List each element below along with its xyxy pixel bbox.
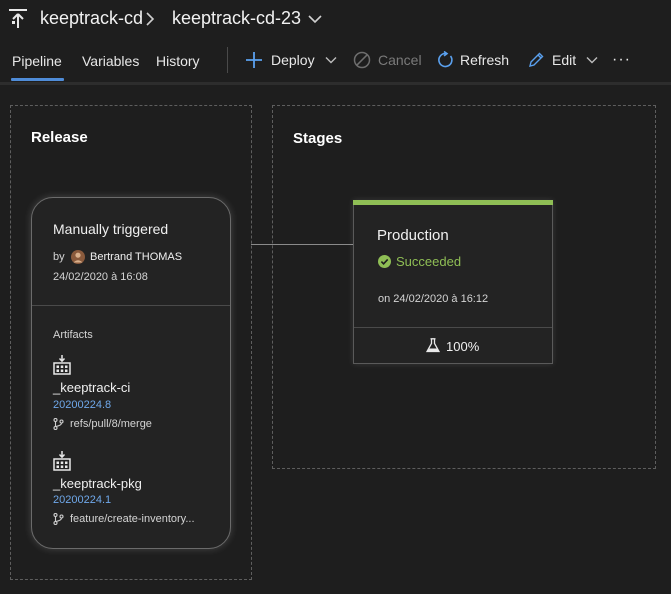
artifact-branch: refs/pull/8/merge: [70, 418, 152, 430]
more-actions-button[interactable]: ···: [612, 50, 631, 70]
artifact-version-link[interactable]: 20200224.8: [53, 399, 111, 411]
chevron-right-icon: [146, 12, 155, 26]
check-circle-icon: [378, 255, 391, 268]
release-pipeline-icon: [9, 9, 27, 28]
chevron-down-icon: [325, 57, 337, 64]
chevron-down-icon: [586, 57, 598, 64]
chevron-down-icon[interactable]: [308, 14, 322, 24]
branch-icon: [53, 513, 64, 525]
artifact-version-link[interactable]: 20200224.1: [53, 494, 111, 506]
refresh-icon: [438, 51, 453, 68]
plus-icon: [246, 52, 262, 68]
flask-icon: [426, 338, 440, 353]
edit-button[interactable]: Edit: [528, 50, 598, 70]
tab-pipeline[interactable]: Pipeline: [12, 53, 62, 69]
tab-variables[interactable]: Variables: [82, 53, 139, 69]
pencil-icon: [529, 52, 544, 67]
release-panel-title: Release: [31, 129, 88, 146]
stage-status: Succeeded: [396, 254, 462, 269]
deploy-label: Deploy: [271, 52, 315, 68]
deploy-button[interactable]: Deploy: [245, 50, 337, 70]
build-artifact-icon: [53, 451, 71, 471]
stages-panel-title: Stages: [293, 130, 343, 147]
release-card-divider: [32, 305, 230, 306]
stage-status-bar: [353, 200, 553, 205]
release-user[interactable]: Bertrand THOMAS: [90, 251, 182, 263]
tab-history[interactable]: History: [156, 53, 200, 69]
refresh-label: Refresh: [460, 52, 510, 68]
cancel-circle-icon: [353, 51, 371, 69]
cancel-button[interactable]: Cancel: [353, 50, 422, 70]
avatar: [71, 250, 85, 264]
refresh-button[interactable]: Refresh: [437, 50, 509, 70]
stage-card-divider: [354, 327, 552, 328]
branch-icon: [53, 418, 64, 430]
release-date: 24/02/2020 à 16:08: [53, 271, 148, 283]
artifact-name: _keeptrack-ci: [53, 380, 131, 395]
build-artifact-icon: [53, 355, 71, 375]
release-trigger: Manually triggered: [53, 221, 169, 237]
active-tab-indicator: [11, 78, 64, 81]
release-by-label: by: [53, 251, 65, 263]
artifact-branch: feature/create-inventory...: [70, 513, 195, 525]
breadcrumb-release[interactable]: keeptrack-cd-23: [172, 8, 301, 29]
edit-label: Edit: [552, 52, 577, 68]
stage-date: on 24/02/2020 à 16:12: [378, 293, 489, 305]
header-divider: [0, 82, 671, 85]
cancel-label: Cancel: [378, 52, 422, 68]
breadcrumb-project[interactable]: keeptrack-cd: [40, 8, 143, 29]
stage-test-pass-rate[interactable]: 100%: [446, 339, 479, 354]
toolbar-divider: [227, 47, 228, 73]
stage-name: Production: [377, 227, 449, 244]
artifacts-label: Artifacts: [53, 329, 93, 341]
artifact-name: _keeptrack-pkg: [53, 476, 142, 491]
